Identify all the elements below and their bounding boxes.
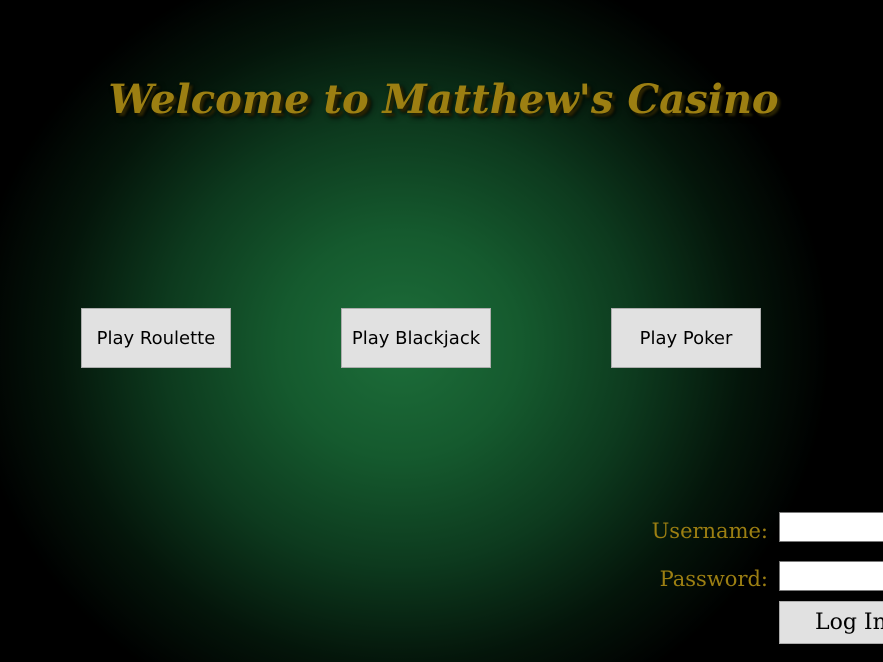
username-input[interactable]: [779, 512, 883, 542]
page-title: Welcome to Matthew's Casino: [108, 76, 779, 123]
password-input[interactable]: [779, 561, 883, 591]
play-roulette-button[interactable]: Play Roulette: [81, 308, 231, 368]
play-poker-button[interactable]: Play Poker: [611, 308, 761, 368]
username-label: Username:: [651, 519, 768, 543]
login-button[interactable]: Log In: [779, 601, 883, 644]
password-label: Password:: [659, 567, 768, 591]
play-blackjack-button[interactable]: Play Blackjack: [341, 308, 491, 368]
